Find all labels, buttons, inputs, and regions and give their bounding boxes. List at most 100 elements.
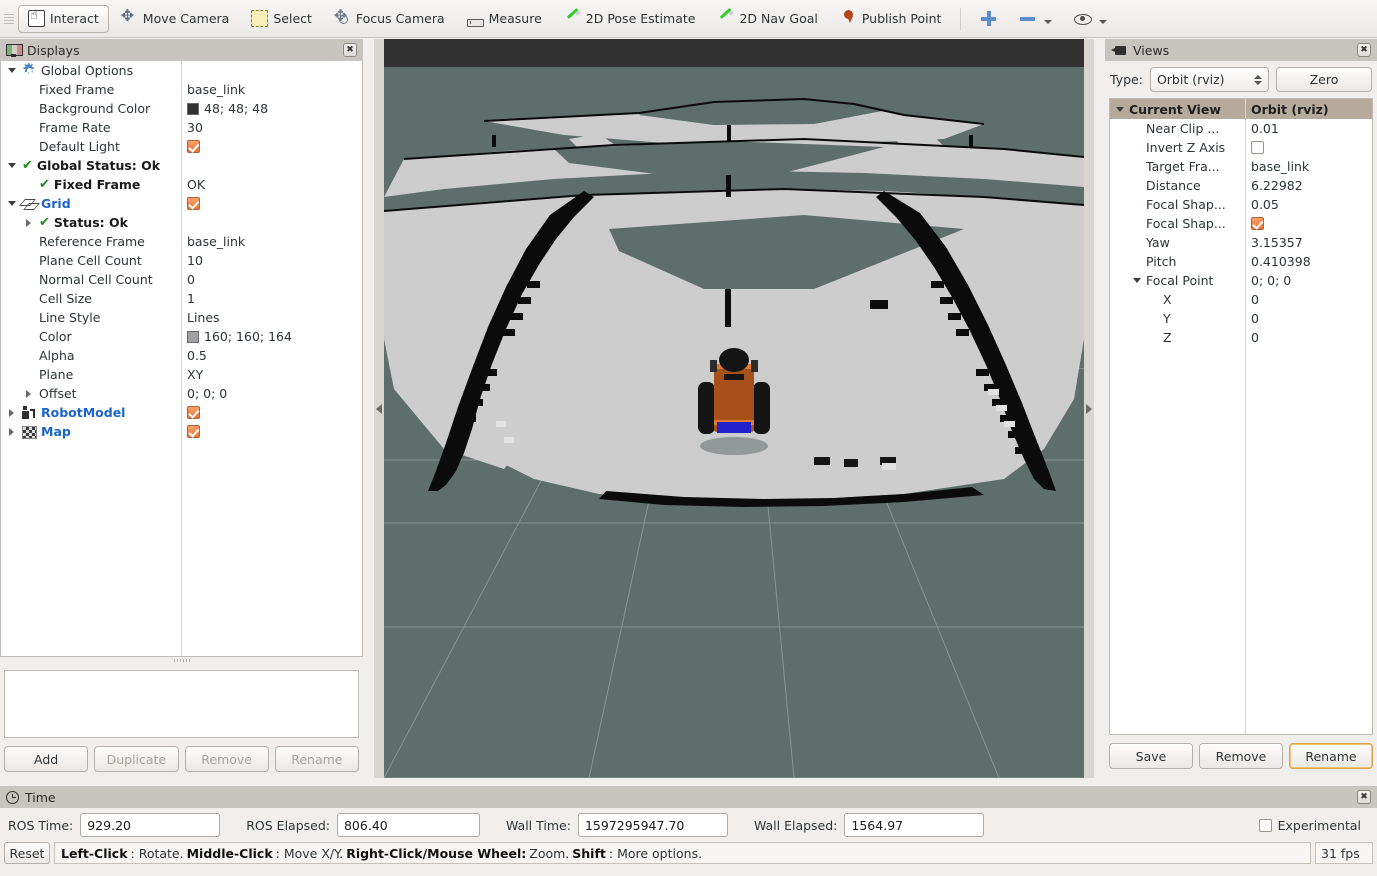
views-row-value-cell[interactable]: 0.05 <box>1245 197 1372 212</box>
tree-row[interactable]: Normal Cell Count 0 <box>1 270 362 289</box>
render-viewport-3d[interactable] <box>384 39 1084 778</box>
twisty[interactable] <box>1113 106 1126 112</box>
views-row-value-cell[interactable]: 6.22982 <box>1245 178 1372 193</box>
tree-row[interactable]: Map <box>1 422 362 441</box>
twisty[interactable] <box>5 201 18 206</box>
views-row[interactable]: Distance 6.22982 <box>1110 176 1372 195</box>
experimental-checkbox[interactable] <box>1258 818 1272 832</box>
views-row[interactable]: Focal Point 0; 0; 0 <box>1110 271 1372 290</box>
tree-row-value-cell[interactable]: Lines <box>181 310 362 325</box>
tree-row[interactable]: Line Style Lines <box>1 308 362 327</box>
tree-row[interactable]: Reference Frame base_link <box>1 232 362 251</box>
tree-row[interactable]: Alpha 0.5 <box>1 346 362 365</box>
tree-row-value-cell[interactable]: base_link <box>181 234 362 249</box>
tree-row-value-cell[interactable]: 160; 160; 164 <box>181 329 362 344</box>
twisty[interactable] <box>5 427 18 436</box>
time-input-ros-elapsed[interactable]: 806.40 <box>336 813 480 837</box>
views-row-value-cell[interactable]: 0.410398 <box>1245 254 1372 269</box>
duplicate-button[interactable]: Duplicate <box>94 746 179 772</box>
enabled-checkbox[interactable] <box>187 197 200 210</box>
tool-2d-pose-estimate[interactable]: 2D Pose Estimate <box>554 5 706 33</box>
views-row[interactable]: X0 <box>1110 290 1372 309</box>
tree-row[interactable]: Color 160; 160; 164 <box>1 327 362 346</box>
tree-row-value-cell[interactable]: base_link <box>181 82 362 97</box>
toolbar-drag-handle[interactable] <box>4 8 14 30</box>
zero-button[interactable]: Zero <box>1276 67 1372 92</box>
views-row[interactable]: Target Fra... base_link <box>1110 157 1372 176</box>
experimental-toggle[interactable]: Experimental <box>1258 818 1361 833</box>
tree-row[interactable]: Plane Cell Count 10 <box>1 251 362 270</box>
views-row[interactable]: Z0 <box>1110 328 1372 347</box>
remove-view-button[interactable]: Remove <box>1199 743 1283 769</box>
displays-tree[interactable]: Global Options Fixed Frame base_link Backgr… <box>0 61 363 657</box>
tree-row[interactable]: Global Options <box>1 61 362 80</box>
tree-row-value-cell[interactable]: 48; 48; 48 <box>181 101 362 116</box>
views-row[interactable]: Focal Shap... 0.05 <box>1110 195 1372 214</box>
views-row[interactable]: Current View Orbit (rviz) <box>1110 99 1372 119</box>
tool-2d-nav-goal[interactable]: 2D Nav Goal <box>707 5 827 33</box>
remove-button[interactable]: Remove <box>184 746 269 772</box>
tool-focus-camera[interactable]: Focus Camera <box>324 5 455 33</box>
close-icon[interactable]: ✖ <box>343 43 357 57</box>
value-checkbox-unchecked[interactable] <box>1251 141 1264 154</box>
add-button[interactable]: Add <box>4 746 89 772</box>
close-icon[interactable]: ✖ <box>1357 790 1371 804</box>
twisty[interactable] <box>1130 278 1143 283</box>
visibility-button[interactable] <box>1064 5 1117 33</box>
save-view-button[interactable]: Save <box>1109 743 1193 769</box>
tree-row-value-cell[interactable]: OK <box>181 177 362 192</box>
tree-row-value-cell[interactable] <box>181 140 362 153</box>
views-row-value-cell[interactable] <box>1245 141 1372 154</box>
views-row-value-cell[interactable]: 0 <box>1245 330 1372 345</box>
reset-button[interactable]: Reset <box>4 842 50 864</box>
right-splitter-handle[interactable] <box>1084 39 1094 778</box>
views-row[interactable]: Pitch 0.410398 <box>1110 252 1372 271</box>
twisty[interactable] <box>22 218 35 227</box>
tree-row[interactable]: ✔ Status: Ok <box>1 213 362 232</box>
tree-row[interactable]: Plane XY <box>1 365 362 384</box>
tree-row[interactable]: ✔ Global Status: Ok <box>1 156 362 175</box>
tree-row-value-cell[interactable] <box>181 406 362 419</box>
time-input-wall-elapsed[interactable]: 1564.97 <box>844 813 985 837</box>
color-swatch[interactable] <box>187 102 199 115</box>
enabled-checkbox[interactable] <box>187 425 200 438</box>
tree-row-value-cell[interactable]: 0.5 <box>181 348 362 363</box>
add-display-button[interactable] <box>970 5 1007 33</box>
left-splitter-handle[interactable] <box>374 39 384 778</box>
views-row-value-cell[interactable] <box>1245 217 1372 230</box>
views-row-value-cell[interactable]: 0 <box>1245 292 1372 307</box>
tool-select[interactable]: Select <box>241 5 322 33</box>
remove-display-button[interactable] <box>1009 5 1062 33</box>
twisty[interactable] <box>22 389 35 398</box>
tree-row-value-cell[interactable]: XY <box>181 367 362 382</box>
views-row[interactable]: Focal Shap... <box>1110 214 1372 233</box>
tree-row-value-cell[interactable]: 0; 0; 0 <box>181 386 362 401</box>
twisty[interactable] <box>5 163 18 168</box>
tool-measure[interactable]: Measure <box>457 5 552 33</box>
enabled-checkbox[interactable] <box>187 406 200 419</box>
tree-row-value-cell[interactable]: 10 <box>181 253 362 268</box>
tree-row[interactable]: Offset 0; 0; 0 <box>1 384 362 403</box>
tree-row-value-cell[interactable]: 0 <box>181 272 362 287</box>
views-row[interactable]: Near Clip ... 0.01 <box>1110 119 1372 138</box>
tool-move-camera[interactable]: Move Camera <box>111 5 240 33</box>
views-row-value-cell[interactable]: Orbit (rviz) <box>1245 102 1372 117</box>
enabled-checkbox[interactable] <box>187 140 200 153</box>
time-input-ros-time[interactable]: 929.20 <box>80 813 221 837</box>
tree-row[interactable]: Fixed Frame base_link <box>1 80 362 99</box>
displays-splitter[interactable] <box>0 657 363 664</box>
twisty[interactable] <box>5 68 18 73</box>
tree-row[interactable]: Cell Size 1 <box>1 289 362 308</box>
views-row[interactable]: Y0 <box>1110 309 1372 328</box>
close-icon[interactable]: ✖ <box>1357 43 1371 57</box>
tree-row-value-cell[interactable]: 1 <box>181 291 362 306</box>
tree-row[interactable]: Default Light <box>1 137 362 156</box>
views-property-tree[interactable]: Current View Orbit (rviz) Near Clip ... 0.0… <box>1109 98 1373 735</box>
tool-publish-point[interactable]: Publish Point <box>830 5 952 33</box>
tree-row-value-cell[interactable] <box>181 425 362 438</box>
views-row-value-cell[interactable]: base_link <box>1245 159 1372 174</box>
rename-view-button[interactable]: Rename <box>1289 743 1373 769</box>
views-row[interactable]: Invert Z Axis <box>1110 138 1372 157</box>
views-row[interactable]: Yaw 3.15357 <box>1110 233 1372 252</box>
tree-row[interactable]: Grid <box>1 194 362 213</box>
